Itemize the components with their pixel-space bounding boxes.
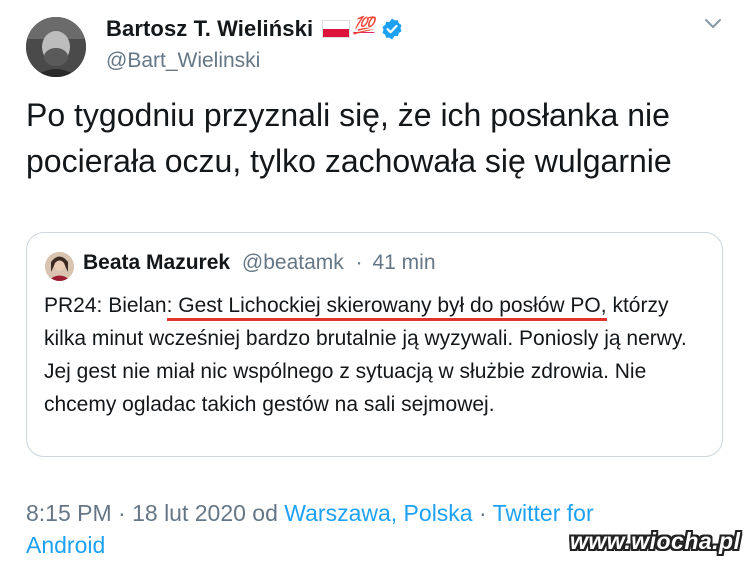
author-avatar[interactable] [26,17,86,77]
tweet-timestamp[interactable]: 8:15 PM · 18 lut 2020 od [26,500,278,526]
quoted-author-handle[interactable]: @beatamk [242,251,344,274]
tweet-card: Bartosz T. Wieliński 💯 @Bart_Wielinski P… [0,0,750,563]
hundred-points-icon: 💯 [353,15,375,35]
quoted-text-underlined: : Gest Lichockiej skierowany był do posł… [166,294,607,321]
quoted-text-prefix: PR24: Bielan [44,294,167,317]
quoted-author-avatar[interactable] [45,252,74,281]
quoted-separator: · [355,251,363,274]
quoted-tweet[interactable]: Beata Mazurek @beatamk · 41 min PR24: Bi… [26,232,723,457]
tweet-text: Po tygodniu przyznali się, że ich posłan… [26,97,672,179]
author-info: Bartosz T. Wieliński 💯 @Bart_Wielinski [106,14,404,73]
footer-separator: · [478,500,487,526]
quoted-timestamp[interactable]: 41 min [372,251,435,274]
quoted-author-name[interactable]: Beata Mazurek [83,251,230,274]
poland-flag-icon [322,20,351,38]
tweet-location-link[interactable]: Warszawa, Polska [284,500,472,526]
author-handle[interactable]: @Bart_Wielinski [106,49,404,73]
quoted-text: PR24: Bielan: Gest Lichockiej skierowany… [44,289,709,421]
quoted-header: Beata Mazurek @beatamk · 41 min [83,251,436,275]
verified-badge-icon [380,17,404,41]
watermark: www.wiocha.pl [570,528,741,554]
chevron-down-icon[interactable] [701,14,725,34]
author-display-name[interactable]: Bartosz T. Wieliński [106,16,313,42]
